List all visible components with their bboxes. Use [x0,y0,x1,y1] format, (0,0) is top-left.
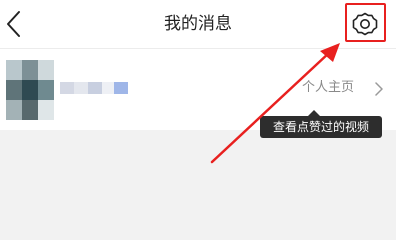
settings-highlight-box [345,3,386,42]
avatar[interactable] [6,60,54,120]
chevron-right-icon [375,82,383,96]
profile-link-label[interactable]: 个人主页 [302,78,354,98]
profile-chevron-button[interactable] [374,81,384,96]
username-pixelated [60,82,130,94]
tooltip: 查看点赞过的视频 [260,116,382,138]
page-title: 我的消息 [164,14,232,34]
top-navigation-bar: 我的消息 [0,0,396,49]
